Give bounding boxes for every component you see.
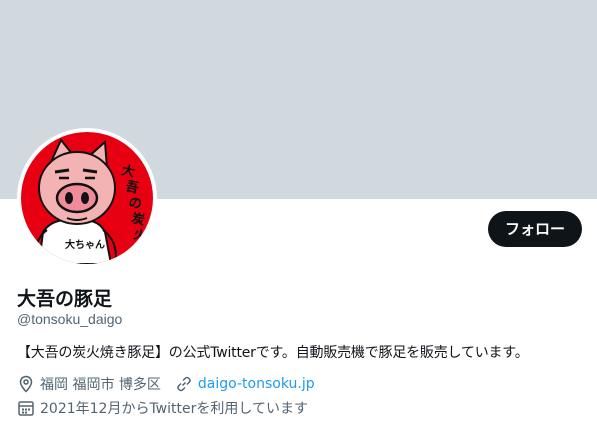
follow-button[interactable]: フォロー [488,211,582,247]
profile-handle: @tonsoku_daigo [17,311,123,327]
profile-location: 福岡 福岡市 博多区 [40,377,161,393]
profile-display-name: 大吾の豚足 [17,288,113,310]
link-icon [175,375,193,393]
svg-text:吾: 吾 [124,179,140,196]
avatar-image: 大ちゃん 大 吾 の 炭 火 焼 [21,132,153,264]
location-pin-icon [17,375,35,393]
svg-text:火: 火 [132,227,149,245]
profile-avatar[interactable]: 大ちゃん 大 吾 の 炭 火 焼 [17,128,157,268]
svg-text:炭: 炭 [130,210,146,228]
profile-meta-joined-row: 2021年12月からTwitterを利用しています [17,398,308,418]
svg-text:大: 大 [120,162,136,180]
avatar-lettering: 大 吾 の 炭 火 焼 [120,162,150,260]
profile-joined-date: 2021年12月からTwitterを利用しています [40,401,308,417]
profile-meta-location-row: 福岡 福岡市 博多区 daigo-tonsoku.jp [17,374,315,394]
pig-mascot-illustration: 大ちゃん 大 吾 の 炭 火 焼 [33,138,150,264]
profile-bio: 【大吾の炭火焼き豚足】の公式Twitterです。自動販売機で豚足を販売しています… [17,345,529,361]
svg-text:の: の [127,195,143,212]
profile-website-link[interactable]: daigo-tonsoku.jp [198,376,315,392]
calendar-icon [17,399,35,417]
avatar-shirt-text: 大ちゃん [65,238,105,251]
svg-text:焼: 焼 [134,242,150,260]
